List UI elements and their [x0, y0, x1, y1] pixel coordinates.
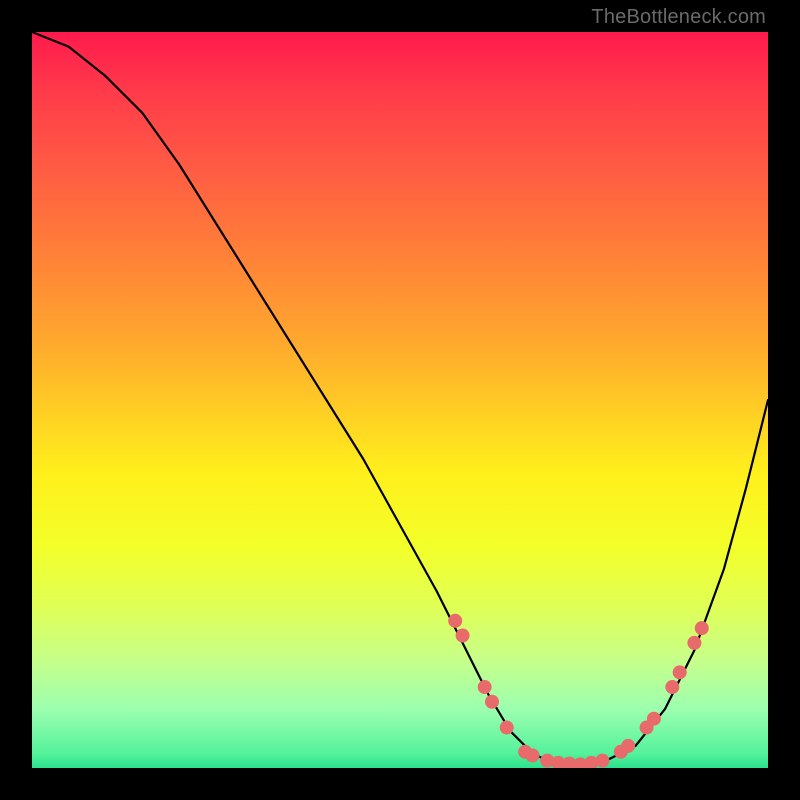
curve-marker [647, 712, 661, 726]
watermark-text: TheBottleneck.com [591, 6, 766, 29]
curve-marker [448, 614, 462, 628]
curve-marker [673, 665, 687, 679]
curve-marker [595, 754, 609, 768]
curve-marker [665, 680, 679, 694]
curve-marker [525, 748, 539, 762]
curve-marker [621, 739, 635, 753]
curve-line [32, 32, 768, 764]
curve-marker [485, 695, 499, 709]
chart-container: TheBottleneck.com [0, 0, 800, 800]
curve-markers [448, 614, 709, 768]
plot-area [32, 32, 768, 768]
curve-marker [456, 629, 470, 643]
curve-marker [478, 680, 492, 694]
chart-svg [32, 32, 768, 768]
curve-marker [695, 621, 709, 635]
curve-marker [500, 721, 514, 735]
curve-marker [687, 636, 701, 650]
